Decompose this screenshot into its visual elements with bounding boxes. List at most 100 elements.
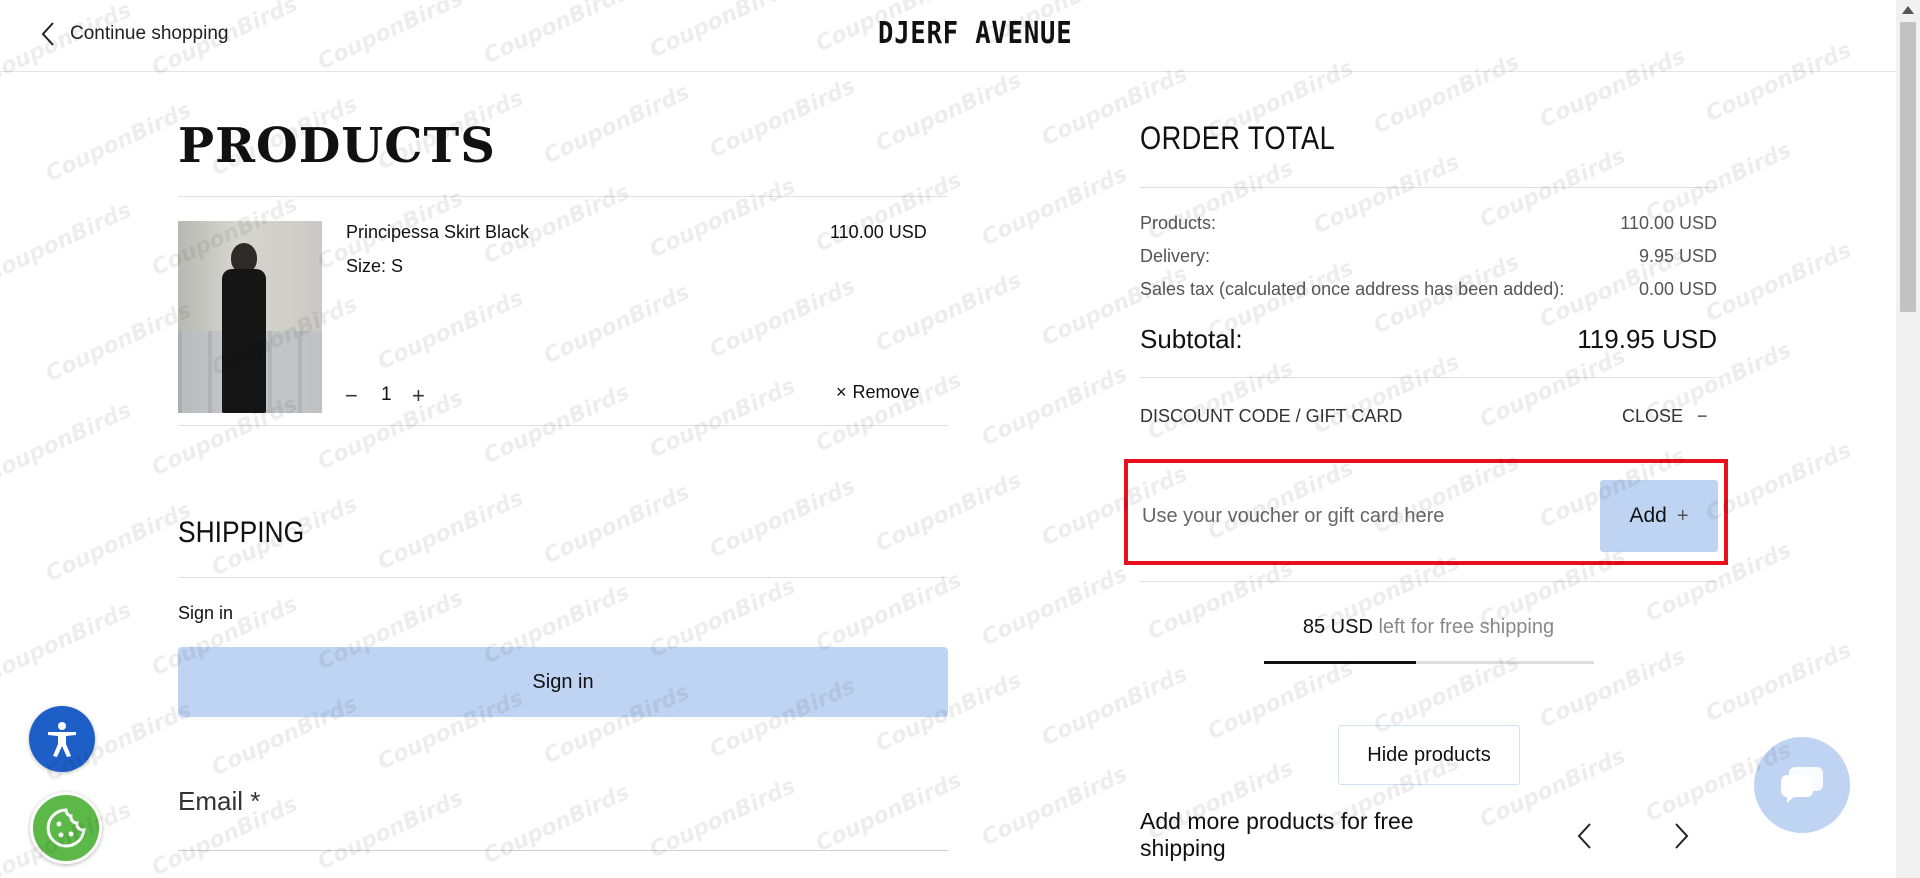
watermark-text: CouponBirds bbox=[812, 167, 966, 258]
watermark-text: CouponBirds bbox=[0, 597, 136, 688]
accessibility-button[interactable] bbox=[29, 706, 95, 772]
divider bbox=[1140, 187, 1717, 188]
watermark-text: CouponBirds bbox=[1536, 643, 1690, 734]
chevron-left-icon[interactable] bbox=[1574, 820, 1596, 852]
watermark-text: CouponBirds bbox=[706, 73, 860, 164]
product-size: Size: S bbox=[346, 256, 404, 276]
watermark-text: CouponBirds bbox=[872, 67, 1026, 158]
remove-label: Remove bbox=[852, 382, 920, 402]
watermark-text: CouponBirds bbox=[540, 479, 694, 570]
watermark-text: CouponBirds bbox=[0, 397, 136, 488]
watermark-text: CouponBirds bbox=[1476, 343, 1630, 434]
watermark-text: CouponBirds bbox=[42, 97, 196, 188]
watermark-text: CouponBirds bbox=[374, 485, 528, 576]
continue-shopping-label: Continue shopping bbox=[70, 23, 229, 44]
free-shipping-text: 85 USD left for free shipping bbox=[1140, 616, 1717, 639]
watermark-text: CouponBirds bbox=[0, 197, 136, 288]
order-total-title: ORDER TOTAL bbox=[1140, 120, 1336, 156]
sign-in-button[interactable]: Sign in bbox=[178, 647, 948, 717]
watermark-text: CouponBirds bbox=[540, 279, 694, 370]
watermark-text: CouponBirds bbox=[812, 567, 966, 658]
continue-shopping-link[interactable]: Continue shopping bbox=[38, 20, 228, 48]
watermark-text: CouponBirds bbox=[314, 785, 468, 876]
watermark-text: CouponBirds bbox=[42, 297, 196, 388]
quantity-value: 1 bbox=[381, 384, 392, 405]
subtotal-value: 119.95 USD bbox=[1577, 324, 1717, 354]
product-image[interactable] bbox=[178, 221, 322, 413]
watermark-text: CouponBirds bbox=[978, 361, 1132, 452]
watermark-text: CouponBirds bbox=[812, 767, 966, 858]
watermark-text: CouponBirds bbox=[978, 161, 1132, 252]
chevron-right-icon[interactable] bbox=[1670, 820, 1692, 852]
free-shipping-amount: 85 USD bbox=[1302, 616, 1373, 638]
watermark-text: CouponBirds bbox=[1038, 661, 1192, 752]
summary-value: 110.00 USD bbox=[1620, 213, 1717, 233]
watermark-text: CouponBirds bbox=[374, 285, 528, 376]
shipping-title: SHIPPING bbox=[178, 516, 305, 549]
voucher-add-button[interactable]: Add + bbox=[1600, 480, 1718, 552]
summary-value: 0.00 USD bbox=[1638, 279, 1717, 299]
watermark-text: CouponBirds bbox=[480, 779, 634, 870]
accessibility-icon bbox=[48, 722, 76, 757]
summary-row-delivery: Delivery: 9.95 USD bbox=[1140, 246, 1717, 267]
summary-value: 9.95 USD bbox=[1638, 246, 1717, 266]
cookie-settings-button[interactable] bbox=[30, 792, 102, 864]
divider bbox=[1140, 377, 1717, 378]
watermark-text: CouponBirds bbox=[1204, 655, 1358, 746]
cookie-icon bbox=[46, 808, 86, 848]
watermark-text: CouponBirds bbox=[1144, 355, 1298, 446]
voucher-input[interactable] bbox=[1142, 498, 1592, 534]
free-shipping-progress bbox=[1264, 661, 1594, 664]
summary-label: Delivery: bbox=[1140, 246, 1211, 266]
divider bbox=[178, 196, 948, 197]
quantity-decrease-button[interactable]: − bbox=[345, 383, 358, 409]
watermark-text: CouponBirds bbox=[646, 173, 800, 264]
watermark-text: CouponBirds bbox=[978, 561, 1132, 652]
summary-row-products: Products: 110.00 USD bbox=[1140, 213, 1717, 234]
quantity-increase-button[interactable]: + bbox=[412, 383, 425, 409]
watermark-text: CouponBirds bbox=[872, 267, 1026, 358]
plus-icon: + bbox=[1676, 504, 1689, 527]
watermark-text: CouponBirds bbox=[42, 497, 196, 588]
subtotal-row: Subtotal: 119.95 USD bbox=[1140, 324, 1717, 355]
free-shipping-rest: left for free shipping bbox=[1378, 616, 1555, 638]
divider bbox=[178, 577, 948, 578]
chat-icon bbox=[1781, 767, 1823, 803]
divider bbox=[178, 425, 948, 426]
discount-code-label[interactable]: DISCOUNT CODE / GIFT CARD bbox=[1140, 406, 1402, 427]
discount-close-toggle[interactable]: CLOSE − bbox=[1622, 406, 1708, 427]
watermark-text: CouponBirds bbox=[978, 761, 1132, 852]
watermark-text: CouponBirds bbox=[646, 373, 800, 464]
summary-label: Sales tax (calculated once address has b… bbox=[1140, 279, 1565, 299]
product-price: 110.00 USD bbox=[830, 222, 927, 242]
watermark-text: CouponBirds bbox=[872, 467, 1026, 558]
chevron-left-icon bbox=[41, 22, 54, 46]
product-name[interactable]: Principessa Skirt Black bbox=[346, 222, 529, 243]
watermark-text: CouponBirds bbox=[1702, 637, 1856, 728]
products-title: PRODUCTS bbox=[178, 118, 496, 174]
scroll-up-arrow-icon[interactable] bbox=[1902, 6, 1914, 14]
brand-logo[interactable]: DJERF AVENUE bbox=[878, 16, 1072, 51]
watermark-text: CouponBirds bbox=[706, 273, 860, 364]
chat-button[interactable] bbox=[1754, 737, 1850, 833]
watermark-text: CouponBirds bbox=[1702, 237, 1856, 328]
hide-products-button[interactable]: Hide products bbox=[1338, 725, 1520, 785]
minus-icon: − bbox=[1697, 406, 1708, 426]
page-scrollbar[interactable] bbox=[1896, 0, 1920, 878]
divider bbox=[1140, 581, 1717, 582]
remove-item-button[interactable]: × Remove bbox=[836, 382, 920, 403]
close-icon: × bbox=[836, 382, 847, 402]
top-header: Continue shopping DJERF AVENUE bbox=[0, 0, 1896, 72]
watermark-text: CouponBirds bbox=[540, 79, 694, 170]
watermark-text: CouponBirds bbox=[706, 473, 860, 564]
summary-label: Products: bbox=[1140, 213, 1217, 233]
signin-label: Sign in bbox=[178, 603, 234, 623]
email-field-label[interactable]: Email * bbox=[178, 786, 260, 817]
summary-row-sales-tax: Sales tax (calculated once address has b… bbox=[1140, 279, 1717, 300]
email-field[interactable] bbox=[178, 850, 948, 851]
add-more-products-heading: Add more products for free shipping bbox=[1140, 808, 1414, 861]
free-shipping-progress-fill bbox=[1264, 661, 1416, 664]
subtotal-label: Subtotal: bbox=[1140, 324, 1243, 354]
scroll-thumb[interactable] bbox=[1900, 22, 1916, 312]
close-label: CLOSE bbox=[1622, 406, 1684, 426]
